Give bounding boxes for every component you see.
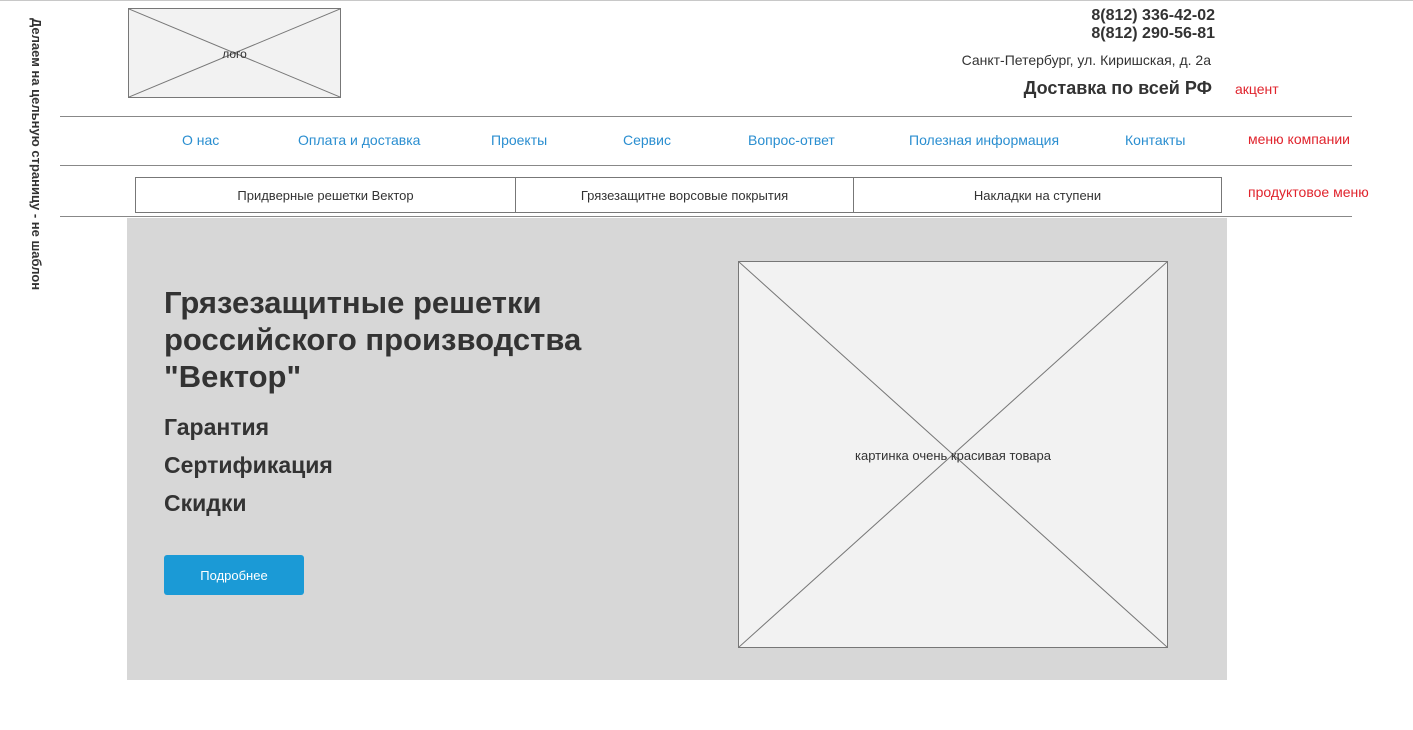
divider [60, 116, 1352, 117]
menu-item-projects[interactable]: Проекты [491, 132, 547, 148]
product-image-label: картинка очень красивая товара [855, 448, 1051, 463]
phone-numbers: 8(812) 336-42-02 8(812) 290-56-81 [1091, 7, 1215, 43]
hero-feature-discounts: Скидки [164, 490, 247, 516]
phone-2[interactable]: 8(812) 290-56-81 [1091, 25, 1215, 43]
address: Санкт-Петербург, ул. Киришская, д. 2а [961, 52, 1211, 68]
logo-placeholder[interactable]: лого [128, 8, 341, 98]
phone-1[interactable]: 8(812) 336-42-02 [1091, 7, 1215, 25]
divider [60, 216, 1352, 217]
side-note: Делаем на цельную страницу - не шаблон [29, 18, 44, 291]
product-menu-item-stair-treads[interactable]: Накладки на ступени [854, 178, 1221, 212]
menu-item-useful-info[interactable]: Полезная информация [909, 132, 1059, 148]
hero-title: Грязезащитные решетки российского произв… [164, 285, 582, 394]
details-button[interactable]: Подробнее [164, 555, 304, 595]
product-menu-note: продуктовое меню [1248, 184, 1369, 200]
hero-feature-certification: Сертификация [164, 452, 333, 478]
product-menu-item-gratings[interactable]: Придверные решетки Вектор [136, 178, 516, 212]
product-menu-item-pile-coverings[interactable]: Грязезащитне ворсовые покрытия [516, 178, 854, 212]
menu-item-faq[interactable]: Вопрос-ответ [748, 132, 835, 148]
menu-item-about[interactable]: О нас [182, 132, 219, 148]
hero-feature-warranty: Гарантия [164, 414, 270, 440]
hero-banner: Грязезащитные решетки российского произв… [127, 218, 1227, 680]
logo-label: лого [222, 47, 247, 61]
top-border [0, 0, 1413, 1]
company-menu: О нас Оплата и доставка Проекты Сервис В… [0, 130, 1413, 150]
product-menu: Придверные решетки Вектор Грязезащитне в… [135, 177, 1222, 213]
accent-note: акцент [1235, 81, 1279, 97]
product-image-placeholder: картинка очень красивая товара [738, 261, 1168, 648]
delivery-accent: Доставка по всей РФ [1023, 78, 1212, 98]
menu-item-contacts[interactable]: Контакты [1125, 132, 1185, 148]
menu-item-service[interactable]: Сервис [623, 132, 671, 148]
divider [60, 165, 1352, 166]
company-menu-note: меню компании [1248, 131, 1350, 147]
menu-item-payment-delivery[interactable]: Оплата и доставка [298, 132, 420, 148]
